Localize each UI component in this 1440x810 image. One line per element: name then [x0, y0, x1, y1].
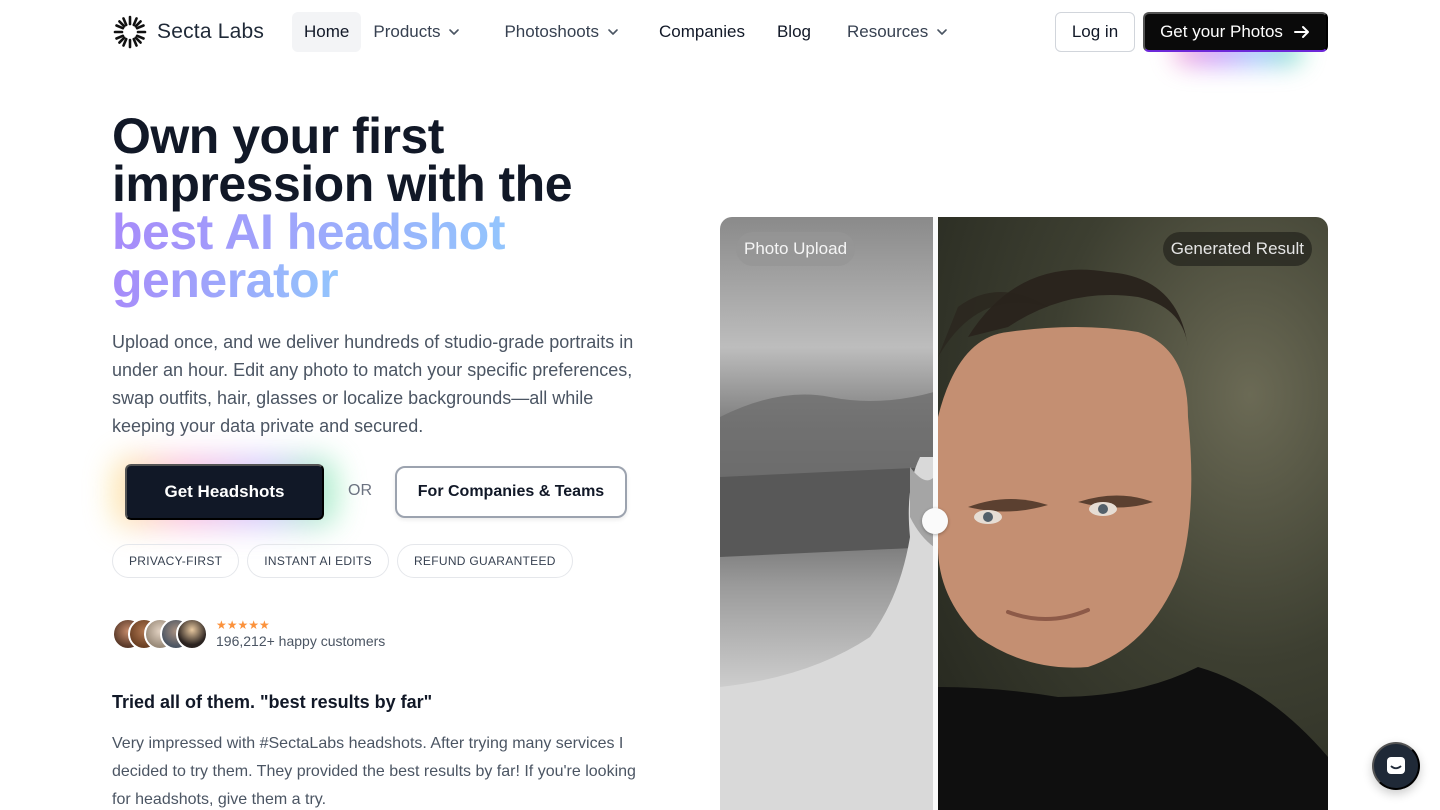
hero-description: Upload once, and we deliver hundreds of …: [112, 332, 634, 436]
companies-teams-button[interactable]: For Companies & Teams: [395, 466, 627, 518]
testimonial-body: Very impressed with #SectaLabs headshots…: [112, 735, 636, 808]
badge-refund: REFUND GUARANTEED: [396, 544, 573, 578]
nav-links: Home Products Photoshoots Companies Blog…: [292, 12, 960, 52]
customer-count: 196,212+ happy customers: [216, 633, 386, 649]
get-photos-label: Get your Photos: [1160, 22, 1283, 41]
nav-item-label: Blog: [776, 22, 811, 41]
or-separator: OR: [348, 482, 372, 499]
chat-icon: [1387, 757, 1405, 774]
avatar: [176, 618, 208, 650]
nav-item-label: Products: [373, 22, 441, 41]
hero-title: Own your first impression with the best …: [112, 111, 672, 305]
nav-item-blog[interactable]: Blog: [765, 12, 823, 52]
sunburst-logo-icon: [113, 15, 147, 49]
nav-item-label: Home: [304, 22, 350, 41]
nav-item-label: Photoshoots: [504, 22, 599, 41]
chevron-down-icon: [937, 29, 948, 35]
photo-upload-label: Photo Upload: [736, 232, 856, 266]
get-headshots-button[interactable]: Get Headshots: [125, 464, 324, 520]
nav-item-label: Resources: [847, 22, 929, 41]
cta-row: Get Headshots OR For Companies & Teams: [112, 456, 652, 528]
rating-block: ★★★★★ 196,212+ happy customers: [216, 618, 385, 650]
nav-item-resources[interactable]: Resources: [835, 12, 960, 52]
nav-item-photoshoots[interactable]: Photoshoots: [492, 12, 631, 52]
brand-logo[interactable]: Secta Labs: [112, 14, 264, 50]
rating-stars: ★★★★★: [216, 618, 270, 632]
badge-instant-edits: INSTANT AI EDITS: [247, 544, 389, 578]
hero-title-highlight2: generator: [112, 252, 339, 308]
get-photos-cta: Get your Photos: [1143, 12, 1328, 66]
before-after-comparison: Photo Upload Generated Result: [720, 217, 1328, 810]
login-button[interactable]: Log in: [1055, 12, 1135, 52]
uploaded-photo: [720, 217, 934, 810]
brand-name: Secta Labs: [157, 20, 265, 43]
generated-photo: [938, 217, 1328, 810]
nav-item-label: Companies: [658, 22, 745, 41]
customer-avatars: [112, 618, 208, 650]
nav-item-products[interactable]: Products: [361, 12, 472, 52]
chat-support-button[interactable]: [1372, 742, 1420, 790]
chevron-down-icon: [449, 29, 460, 35]
social-proof: ★★★★★ 196,212+ happy customers: [112, 616, 385, 652]
testimonial-title: Tried all of them. "best results by far": [112, 692, 433, 712]
comparison-slider-handle[interactable]: [922, 508, 948, 534]
feature-badges: PRIVACY-FIRST INSTANT AI EDITS REFUND GU…: [112, 544, 573, 578]
nav-item-companies[interactable]: Companies: [647, 12, 757, 52]
uploaded-photo-illustration: [720, 392, 934, 810]
top-nav: Secta Labs Home Products Photoshoots Com…: [0, 0, 1440, 66]
generated-photo-illustration: [938, 269, 1328, 810]
chevron-down-icon: [608, 29, 618, 35]
badge-privacy: PRIVACY-FIRST: [112, 544, 240, 578]
nav-item-home[interactable]: Home: [292, 12, 362, 52]
generated-result-label: Generated Result: [1162, 232, 1312, 266]
arrow-right-icon: [1293, 26, 1309, 38]
get-photos-button[interactable]: Get your Photos: [1143, 12, 1328, 52]
